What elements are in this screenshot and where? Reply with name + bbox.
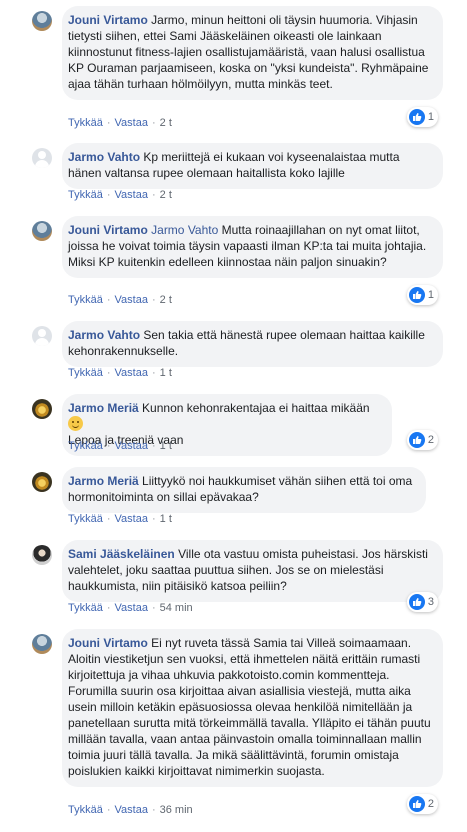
- separator: ·: [106, 440, 111, 452]
- comment-actions: Tykkää · Vastaa · 2 t: [68, 117, 172, 129]
- like-button[interactable]: Tykkää: [68, 189, 103, 201]
- comment-text: Kunnon kehonrakentajaa ei haittaa mikään: [142, 401, 370, 415]
- reaction-count[interactable]: 1: [406, 285, 438, 305]
- like-icon: [408, 287, 425, 303]
- separator: ·: [151, 189, 156, 201]
- reply-button[interactable]: Vastaa: [115, 804, 148, 816]
- comment-actions: Tykkää · Vastaa · 2 t: [68, 189, 172, 201]
- avatar[interactable]: [32, 148, 52, 168]
- reaction-count[interactable]: 3: [406, 592, 438, 612]
- comment-bubble: Jouni Virtamo Jarmo, minun heittoni oli …: [62, 6, 443, 100]
- reply-button[interactable]: Vastaa: [115, 294, 148, 306]
- comment-author[interactable]: Sami Jääskeläinen: [68, 547, 175, 561]
- like-icon: [408, 432, 425, 448]
- comment-time[interactable]: 1 t: [160, 367, 172, 379]
- reply-button[interactable]: Vastaa: [115, 440, 148, 452]
- reaction-count-value: 3: [427, 596, 434, 608]
- avatar[interactable]: [32, 472, 52, 492]
- reply-button[interactable]: Vastaa: [115, 189, 148, 201]
- like-button[interactable]: Tykkää: [68, 294, 103, 306]
- separator: ·: [106, 513, 111, 525]
- comment-actions: Tykkää · Vastaa · 36 min: [68, 804, 193, 816]
- avatar[interactable]: [32, 634, 52, 654]
- comment-actions: Tykkää · Vastaa · 1 t: [68, 367, 172, 379]
- like-button[interactable]: Tykkää: [68, 602, 103, 614]
- comment-time[interactable]: 1 t: [160, 440, 172, 452]
- comment-bubble: Jouni Virtamo Ei nyt ruveta tässä Samia …: [62, 629, 443, 787]
- comment-time[interactable]: 2 t: [160, 117, 172, 129]
- reaction-count-value: 1: [427, 111, 434, 123]
- reaction-count-value: 1: [427, 289, 434, 301]
- like-button[interactable]: Tykkää: [68, 367, 103, 379]
- separator: ·: [106, 117, 111, 129]
- comment-time[interactable]: 36 min: [160, 804, 193, 816]
- comment-bubble: Jarmo Vahto Kp meriittejä ei kukaan voi …: [62, 143, 443, 189]
- comment-author[interactable]: Jouni Virtamo: [68, 13, 148, 27]
- like-icon: [408, 109, 425, 125]
- reply-button[interactable]: Vastaa: [115, 367, 148, 379]
- reply-button[interactable]: Vastaa: [115, 117, 148, 129]
- separator: ·: [151, 513, 156, 525]
- comment-actions: Tykkää · Vastaa · 2 t: [68, 294, 172, 306]
- separator: ·: [151, 602, 156, 614]
- comment-bubble: Jarmo Vahto Sen takia että hänestä rupee…: [62, 321, 443, 367]
- comment-time[interactable]: 2 t: [160, 189, 172, 201]
- separator: ·: [106, 294, 111, 306]
- comment-bubble: Jouni Virtamo Jarmo Vahto Mutta roinaaji…: [62, 216, 443, 278]
- reaction-count-value: 2: [427, 434, 434, 446]
- like-button[interactable]: Tykkää: [68, 117, 103, 129]
- comment-bubble: Sami Jääskeläinen Ville ota vastuu omist…: [62, 540, 443, 602]
- comment-time[interactable]: 2 t: [160, 294, 172, 306]
- separator: ·: [151, 117, 156, 129]
- avatar[interactable]: [32, 545, 52, 565]
- like-icon: [408, 796, 425, 812]
- comment-actions: Tykkää · Vastaa · 1 t: [68, 513, 172, 525]
- reaction-count[interactable]: 2: [406, 794, 438, 814]
- comment-author[interactable]: Jarmo Meriä: [68, 474, 139, 488]
- separator: ·: [151, 367, 156, 379]
- avatar[interactable]: [32, 326, 52, 346]
- separator: ·: [106, 804, 111, 816]
- reaction-count-value: 2: [427, 798, 434, 810]
- like-button[interactable]: Tykkää: [68, 804, 103, 816]
- comment-actions: Tykkää · Vastaa · 1 t: [68, 440, 172, 452]
- separator: ·: [106, 367, 111, 379]
- separator: ·: [151, 804, 156, 816]
- reply-button[interactable]: Vastaa: [115, 513, 148, 525]
- mention-link[interactable]: Jarmo Vahto: [151, 223, 218, 237]
- comment-actions: Tykkää · Vastaa · 54 min: [68, 602, 193, 614]
- comment-author[interactable]: Jarmo Meriä: [68, 401, 139, 415]
- comment-author[interactable]: Jarmo Vahto: [68, 328, 140, 342]
- like-button[interactable]: Tykkää: [68, 513, 103, 525]
- avatar[interactable]: [32, 221, 52, 241]
- reply-button[interactable]: Vastaa: [115, 602, 148, 614]
- comment-time[interactable]: 1 t: [160, 513, 172, 525]
- comment-author[interactable]: Jouni Virtamo: [68, 636, 148, 650]
- reaction-count[interactable]: 1: [406, 107, 438, 127]
- comment-author[interactable]: Jouni Virtamo: [68, 223, 148, 237]
- comment-bubble: Jarmo Meriä Liittyykö noi haukkumiset vä…: [62, 467, 426, 513]
- separator: ·: [106, 602, 111, 614]
- like-icon: [408, 594, 425, 610]
- separator: ·: [151, 294, 156, 306]
- avatar[interactable]: [32, 399, 52, 419]
- reaction-count[interactable]: 2: [406, 430, 438, 450]
- avatar[interactable]: [32, 11, 52, 31]
- smiley-emoji-icon: [68, 416, 83, 431]
- comment-text: Ei nyt ruveta tässä Samia tai Villeä soi…: [68, 636, 431, 778]
- comment-author[interactable]: Jarmo Vahto: [68, 150, 140, 164]
- comment-time[interactable]: 54 min: [160, 602, 193, 614]
- separator: ·: [106, 189, 111, 201]
- separator: ·: [151, 440, 156, 452]
- like-button[interactable]: Tykkää: [68, 440, 103, 452]
